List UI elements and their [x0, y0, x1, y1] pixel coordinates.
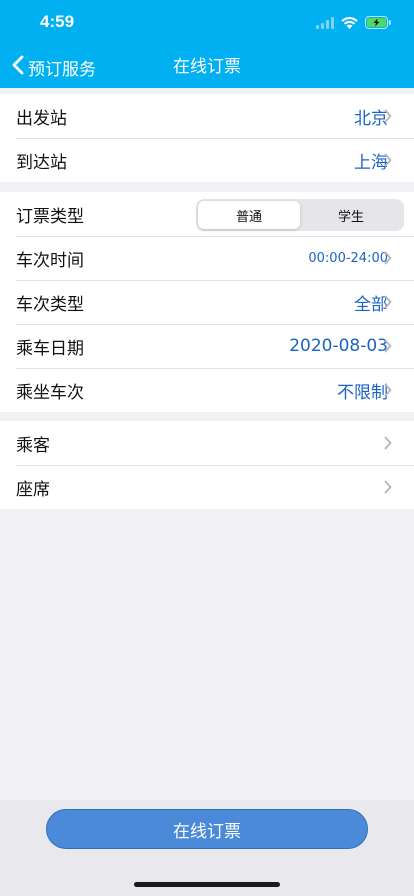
train-number-label: 乘坐车次	[16, 382, 84, 403]
seat-row[interactable]: 座席	[0, 465, 414, 509]
chevron-right-icon	[384, 251, 392, 265]
train-number-row[interactable]: 乘坐车次 不限制	[0, 368, 414, 412]
navigation-header: 4:59 预订服务 在线订票	[0, 0, 414, 88]
route-group: 出发站 北京 到达站 上海	[0, 94, 414, 182]
chevron-right-icon	[384, 383, 392, 397]
back-button[interactable]: 预订服务	[12, 53, 96, 81]
book-ticket-button[interactable]: 在线订票	[46, 809, 368, 849]
status-icons	[316, 14, 392, 32]
departure-station-label: 出发站	[16, 108, 67, 129]
travel-date-value: 2020-08-03	[289, 336, 388, 356]
train-type-label: 车次类型	[16, 294, 84, 315]
bottom-bar: 在线订票	[0, 800, 414, 896]
travel-date-label: 乘车日期	[16, 338, 84, 359]
segment-student[interactable]: 学生	[300, 201, 402, 229]
train-time-row[interactable]: 车次时间 00:00-24:00	[0, 236, 414, 280]
arrival-station-label: 到达站	[16, 152, 67, 173]
wifi-icon	[341, 14, 358, 33]
ticket-type-segmented-control[interactable]: 普通 学生	[196, 199, 404, 231]
passenger-row[interactable]: 乘客	[0, 421, 414, 465]
seat-label: 座席	[16, 479, 50, 500]
chevron-right-icon	[384, 480, 392, 494]
chevron-left-icon	[12, 55, 24, 79]
travel-date-row[interactable]: 乘车日期 2020-08-03	[0, 324, 414, 368]
train-time-value: 00:00-24:00	[308, 250, 388, 266]
chevron-right-icon	[384, 436, 392, 450]
status-time: 4:59	[40, 12, 75, 31]
arrival-station-row[interactable]: 到达站 上海	[0, 138, 414, 182]
chevron-right-icon	[384, 339, 392, 353]
ticket-options-group: 订票类型 普通 学生 车次时间 00:00-24:00 车次类型 全部 乘车日期…	[0, 192, 414, 412]
departure-station-row[interactable]: 出发站 北京	[0, 94, 414, 138]
train-number-value: 不限制	[337, 382, 388, 403]
segment-regular[interactable]: 普通	[198, 201, 300, 229]
chevron-right-icon	[384, 295, 392, 309]
arrival-station-value: 上海	[354, 152, 388, 173]
ticket-type-row: 订票类型 普通 学生	[0, 192, 414, 236]
home-indicator	[134, 882, 280, 887]
chevron-right-icon	[384, 109, 392, 123]
battery-charging-icon	[365, 14, 392, 33]
train-type-value: 全部	[354, 294, 388, 315]
train-time-label: 车次时间	[16, 250, 84, 271]
train-type-row[interactable]: 车次类型 全部	[0, 280, 414, 324]
chevron-right-icon	[384, 153, 392, 167]
passenger-seat-group: 乘客 座席	[0, 421, 414, 509]
departure-station-value: 北京	[354, 108, 388, 129]
passenger-label: 乘客	[16, 435, 50, 456]
cellular-signal-icon	[316, 14, 334, 33]
back-button-label: 预订服务	[28, 59, 96, 80]
